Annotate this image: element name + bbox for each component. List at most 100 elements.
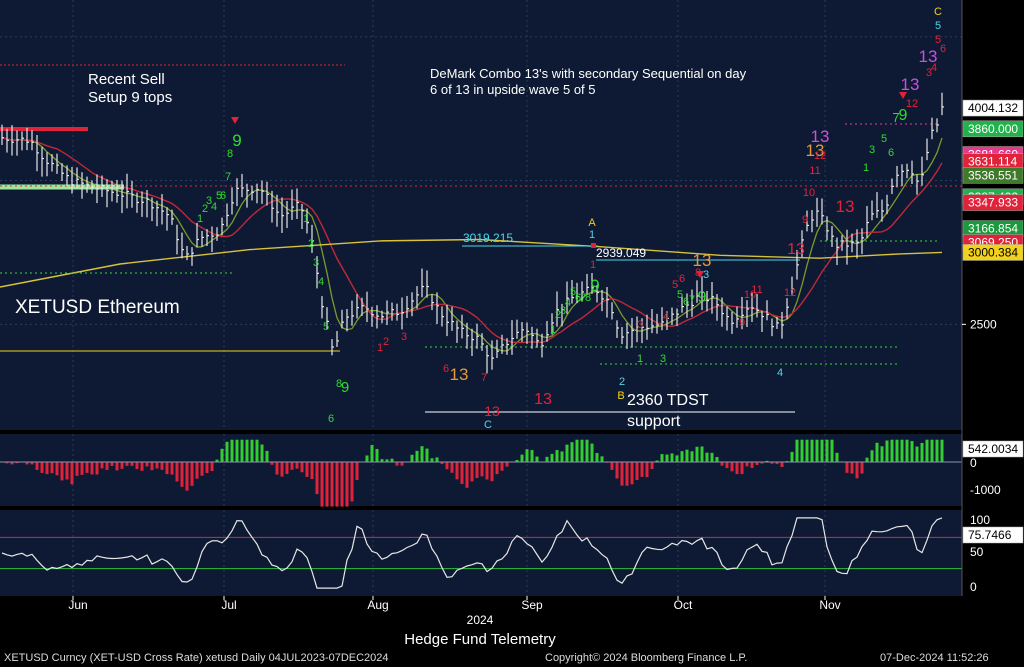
x-axis-month-label: Oct (674, 598, 693, 612)
histogram-bar (910, 441, 914, 462)
td-count-label: 12 (784, 287, 796, 299)
histogram-bar (705, 452, 709, 462)
histogram-bar (645, 462, 649, 478)
histogram-bar (875, 442, 879, 462)
td-count-label: 9 (341, 379, 349, 396)
td-count-label: 3 (660, 353, 666, 365)
histogram-bar (670, 453, 674, 462)
histogram-bar (420, 446, 424, 462)
histogram-bar (660, 454, 664, 462)
histogram-bar (500, 462, 504, 471)
histogram-bar (95, 462, 99, 475)
histogram-bar (395, 462, 399, 466)
histogram-bar (900, 439, 904, 462)
x-axis-month-label: Jun (68, 598, 87, 612)
td-count-label: 1 (863, 162, 869, 174)
td-count-label: 3 (313, 257, 319, 269)
histogram-bar (190, 462, 194, 486)
td-count-label: 3 (401, 331, 407, 343)
histogram-bar (925, 439, 929, 462)
histogram-bar (310, 462, 314, 480)
td-count-label: 8 (336, 378, 342, 390)
histogram-bar (935, 439, 939, 462)
histogram-bar (175, 462, 179, 482)
histogram-bar (520, 454, 524, 462)
histogram-bar (675, 455, 679, 462)
histogram-bar (845, 462, 849, 473)
histogram-bar (590, 443, 594, 462)
histogram-bar (195, 462, 199, 479)
histogram-bar (305, 462, 309, 477)
histogram-bar (105, 462, 109, 470)
footer-bar: XETUSD Curncy (XET-USD Cross Rate) xetus… (0, 649, 1024, 667)
histogram-bar (210, 462, 214, 472)
histogram-bar (185, 462, 189, 491)
histogram-bar (880, 446, 884, 462)
histogram-bar (335, 462, 339, 507)
td-count-label: 1 (589, 229, 595, 241)
x-axis-year: 2024 (467, 613, 494, 627)
td-count-label: 6 (679, 273, 685, 285)
histogram-bar (650, 462, 654, 470)
td-count-label: 9 (232, 131, 241, 150)
td-count-label: 4 (318, 276, 324, 288)
td-count-label: 6 (940, 43, 946, 55)
histogram-bar (65, 462, 69, 480)
td-count-label: 9 (802, 214, 808, 226)
histogram-bar (290, 462, 294, 470)
histogram-bar (150, 462, 154, 471)
td-count-label: C (484, 419, 492, 431)
footer-timestamp: 07-Dec-2024 11:52:26 (880, 652, 989, 664)
histogram-bar (720, 462, 724, 466)
histogram-bar (400, 462, 404, 466)
histogram-bar (230, 439, 234, 462)
td-count-label: 9 (698, 289, 707, 306)
histogram-bar (240, 439, 244, 462)
td-count-label: 9 (590, 276, 599, 295)
td-count-label: 4 (565, 297, 571, 309)
histogram-bar (115, 462, 119, 471)
histogram-bar (920, 442, 924, 462)
histogram-tick-label: 0 (970, 456, 977, 470)
histogram-bar (60, 462, 64, 481)
td-count-label: 11 (751, 284, 762, 296)
td-count-label: 1 (637, 353, 643, 365)
text-line: 2360 TDST (627, 392, 709, 409)
td-count-label: 13 (484, 403, 500, 419)
histogram-bar (470, 462, 474, 482)
td-count-label: 10 (803, 187, 815, 199)
histogram-bar (490, 462, 494, 482)
histogram-bar (740, 462, 744, 475)
price-tag: 3347.933 (968, 196, 1018, 210)
histogram-bar (155, 462, 159, 469)
text-line: Recent Sell (88, 71, 165, 88)
histogram-bar (535, 456, 539, 462)
td-count-label: C (934, 6, 942, 18)
histogram-bar (165, 462, 169, 475)
histogram-bar (710, 452, 714, 462)
histogram-bar (435, 457, 439, 462)
histogram-bar (780, 462, 784, 468)
td-count-label: 12 (814, 150, 826, 162)
footer-copyright: Copyright© 2024 Bloomberg Finance L.P. (545, 652, 748, 664)
level-2939-label: 2939.049 (596, 246, 646, 260)
histogram-bar (75, 462, 79, 476)
td-count-label: 7 (689, 294, 695, 306)
histogram-bar (430, 458, 434, 462)
td-count-label: 13 (787, 241, 805, 258)
td-count-label: 2 (383, 336, 389, 348)
histogram-bar (160, 462, 164, 470)
td-count-label: 7 (225, 171, 231, 183)
histogram-bar (680, 451, 684, 462)
histogram-bar (455, 462, 459, 480)
histogram-bar (565, 444, 569, 462)
histogram-bar (110, 462, 114, 466)
watermark: Hedge Fund Telemetry (404, 631, 556, 648)
histogram-bar (585, 439, 589, 462)
histogram-bar (735, 462, 739, 475)
histogram-bar (120, 462, 124, 469)
histogram-bar (315, 462, 319, 495)
histogram-bar (365, 455, 369, 462)
histogram-bar (700, 446, 704, 462)
histogram-bar (320, 462, 324, 507)
